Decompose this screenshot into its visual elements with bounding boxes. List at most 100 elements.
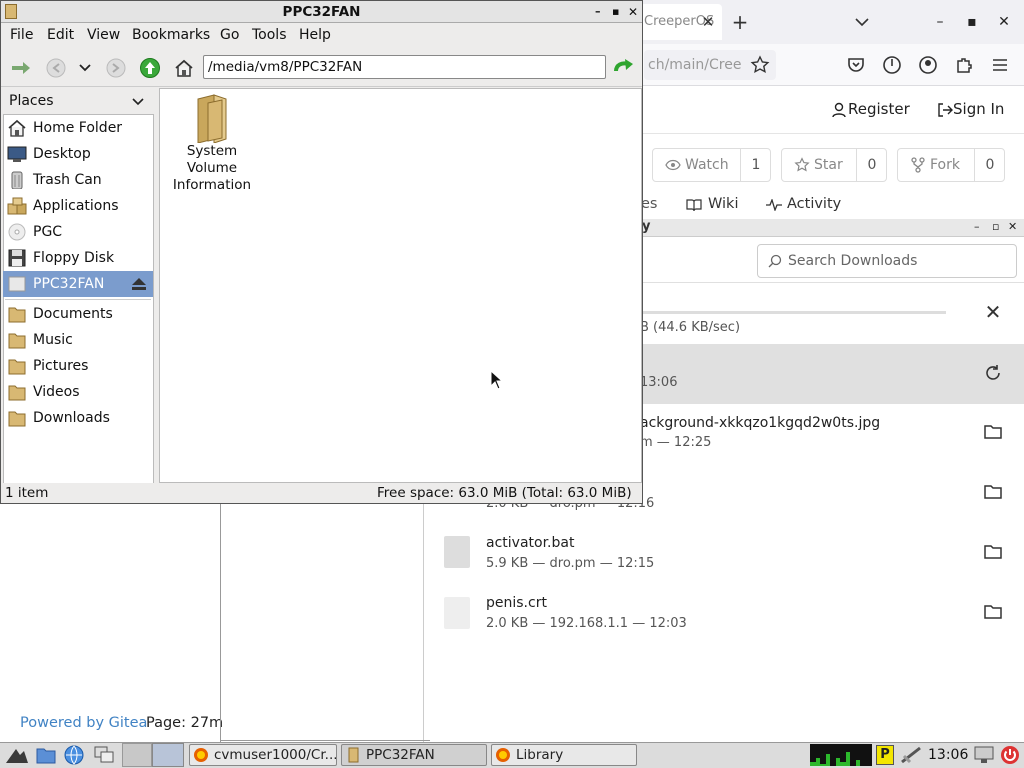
maximize-icon[interactable]: ▪ bbox=[612, 1, 619, 23]
clipboard-p-icon[interactable]: P bbox=[876, 745, 894, 765]
places-dropdown[interactable]: Places bbox=[3, 88, 153, 114]
browser-launcher-icon[interactable] bbox=[64, 745, 84, 765]
back-history-chevron-icon[interactable] bbox=[77, 59, 101, 81]
eye-icon bbox=[665, 158, 681, 172]
tab-activity[interactable]: Activity bbox=[766, 196, 841, 212]
floppy-icon bbox=[7, 249, 27, 267]
new-tab-icon[interactable]: + bbox=[728, 8, 752, 36]
bookmark-videos[interactable]: Videos bbox=[3, 379, 153, 405]
workspace-1[interactable] bbox=[122, 743, 152, 767]
minimize-icon[interactable]: – bbox=[595, 1, 601, 23]
menu-help[interactable]: Help bbox=[299, 27, 331, 43]
disc-icon bbox=[7, 223, 27, 241]
close-icon[interactable]: ✕ bbox=[628, 1, 638, 23]
maximize-icon[interactable]: ▪ bbox=[958, 8, 986, 36]
watch-count: 1 bbox=[740, 149, 771, 181]
shutdown-icon[interactable] bbox=[1000, 745, 1020, 765]
place-applications[interactable]: Applications bbox=[3, 193, 153, 219]
fork-button[interactable]: Fork 0 bbox=[897, 148, 1005, 182]
tab-wiki[interactable]: Wiki bbox=[686, 196, 738, 212]
clock[interactable]: 13:06 bbox=[928, 744, 968, 766]
maximize-icon[interactable]: ▫ bbox=[992, 220, 999, 233]
file-icon bbox=[444, 597, 470, 629]
new-tab-arrow-icon[interactable] bbox=[9, 57, 33, 79]
search-icon bbox=[768, 254, 782, 268]
file-manager-launcher-icon[interactable] bbox=[36, 746, 56, 764]
download-filename: penis.crt bbox=[486, 595, 547, 611]
extensions-icon[interactable] bbox=[954, 55, 974, 75]
place-pgc[interactable]: PGC bbox=[3, 219, 153, 245]
place-floppy-disk[interactable]: Floppy Disk bbox=[3, 245, 153, 271]
menu-go[interactable]: Go bbox=[220, 27, 239, 43]
path-input[interactable]: /media/vm8/PPC32FAN bbox=[203, 55, 606, 79]
task-ppc32fan[interactable]: PPC32FAN bbox=[341, 744, 487, 766]
menu-edit[interactable]: Edit bbox=[47, 27, 74, 43]
sign-in-icon bbox=[937, 102, 953, 118]
bookmark-downloads[interactable]: Downloads bbox=[3, 405, 153, 431]
menu-bookmarks[interactable]: Bookmarks bbox=[132, 27, 210, 43]
folder-icon bbox=[7, 305, 27, 323]
close-icon[interactable]: ✕ bbox=[990, 8, 1018, 36]
minimize-icon[interactable]: – bbox=[974, 220, 980, 233]
network-icon[interactable] bbox=[900, 746, 922, 764]
applications-icon bbox=[7, 197, 27, 215]
place-desktop[interactable]: Desktop bbox=[3, 141, 153, 167]
workspace-2[interactable] bbox=[152, 743, 184, 767]
task-firefox[interactable]: cvmuser1000/Cr... bbox=[189, 744, 337, 766]
account-icon[interactable] bbox=[918, 55, 938, 75]
folder-open-icon[interactable] bbox=[984, 604, 1012, 632]
task-library[interactable]: Library bbox=[491, 744, 637, 766]
file-manager-window: PPC32FAN – ▪ ✕ File Edit View Bookmarks … bbox=[0, 0, 643, 504]
retry-icon[interactable] bbox=[983, 363, 1011, 391]
tab-close-icon[interactable]: ✕ bbox=[694, 4, 722, 40]
file-item-system-volume-information[interactable]: System Volume Information bbox=[167, 93, 257, 197]
minimize-icon[interactable]: – bbox=[926, 8, 954, 36]
search-downloads-input[interactable]: Search Downloads bbox=[757, 244, 1017, 278]
fork-count: 0 bbox=[974, 149, 1005, 181]
firefox-icon bbox=[495, 747, 511, 763]
window-titlebar[interactable]: PPC32FAN – ▪ ✕ bbox=[1, 1, 642, 23]
cancel-download-icon[interactable]: ✕ bbox=[979, 300, 1007, 328]
book-icon bbox=[686, 198, 702, 212]
folder-icon bbox=[7, 383, 27, 401]
back-icon[interactable] bbox=[45, 57, 69, 79]
menu-view[interactable]: View bbox=[87, 27, 120, 43]
folder-open-icon[interactable] bbox=[984, 484, 1012, 512]
windows-switcher-icon[interactable] bbox=[94, 746, 114, 764]
folder-app-icon bbox=[5, 4, 17, 19]
star-bookmark-icon[interactable] bbox=[750, 55, 770, 75]
close-icon[interactable]: ✕ bbox=[1008, 220, 1017, 233]
display-icon[interactable] bbox=[974, 746, 994, 764]
watch-button[interactable]: Watch 1 bbox=[652, 148, 771, 182]
place-ppc32fan[interactable]: PPC32FAN bbox=[3, 271, 153, 297]
bookmark-pictures[interactable]: Pictures bbox=[3, 353, 153, 379]
folder-open-icon[interactable] bbox=[984, 544, 1012, 572]
fork-icon bbox=[910, 157, 926, 173]
pocket-icon[interactable] bbox=[846, 55, 866, 75]
star-button[interactable]: Star 0 bbox=[781, 148, 887, 182]
menu-icon[interactable] bbox=[990, 55, 1010, 75]
register-link[interactable]: Register bbox=[832, 100, 910, 118]
sign-in-link[interactable]: Sign In bbox=[937, 100, 1004, 118]
menu-tools[interactable]: Tools bbox=[252, 27, 287, 43]
folder-open-icon[interactable] bbox=[984, 424, 1012, 452]
firefox-icon bbox=[193, 747, 209, 763]
place-home-folder[interactable]: Home Folder bbox=[3, 115, 153, 141]
eject-icon[interactable] bbox=[131, 277, 147, 291]
folder-icon bbox=[7, 331, 27, 349]
forward-icon[interactable] bbox=[105, 57, 129, 79]
chevron-down-icon[interactable] bbox=[850, 10, 874, 34]
power-icon[interactable] bbox=[882, 55, 902, 75]
download-row-selected[interactable] bbox=[640, 344, 1024, 404]
menu-file[interactable]: File bbox=[10, 27, 33, 43]
place-trash-can[interactable]: Trash Can bbox=[3, 167, 153, 193]
library-titlebar[interactable]: y – ▫ ✕ bbox=[640, 219, 1024, 237]
start-menu-icon[interactable] bbox=[4, 745, 30, 765]
bookmark-music[interactable]: Music bbox=[3, 327, 153, 353]
up-folder-icon[interactable] bbox=[139, 57, 163, 79]
powered-by-gitea-link[interactable]: Powered by Gitea bbox=[20, 715, 147, 731]
tab-releases[interactable]: es bbox=[641, 196, 657, 212]
bookmark-documents[interactable]: Documents bbox=[3, 301, 153, 327]
home-icon[interactable] bbox=[173, 57, 197, 79]
go-icon[interactable] bbox=[612, 57, 636, 79]
